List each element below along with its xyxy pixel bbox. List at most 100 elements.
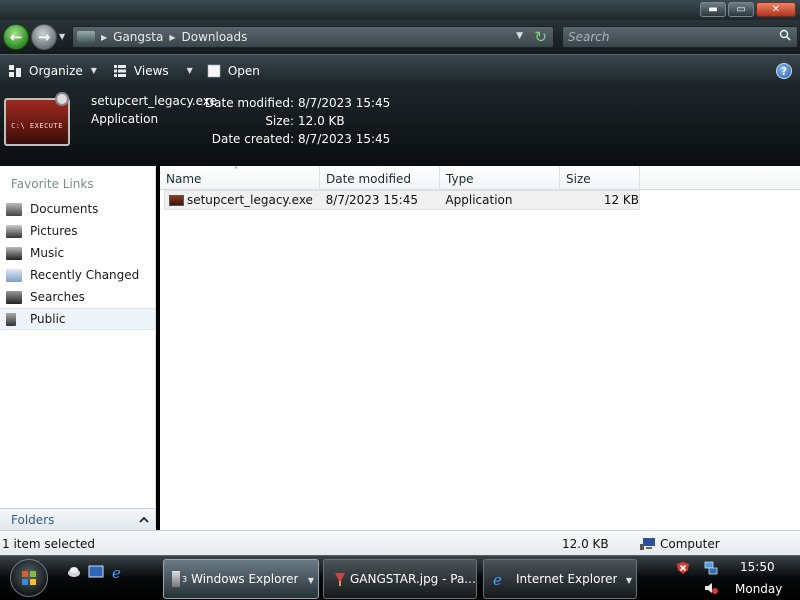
close-button[interactable]: ✕ xyxy=(756,2,796,17)
navigation-bar: ← → ▼ ▶ Gangsta ▶ Downloads ▼ ↻ xyxy=(0,20,800,54)
views-icon xyxy=(113,64,126,77)
open-button[interactable]: Open xyxy=(201,59,266,83)
details-value-size: 12.0 KB xyxy=(298,114,345,128)
windows-logo-icon xyxy=(22,571,36,585)
details-label-modified: Date modified: xyxy=(204,96,294,110)
details-file-name: setupcert_legacy.exe xyxy=(91,94,217,108)
start-button[interactable] xyxy=(10,559,48,597)
show-desktop-icon[interactable] xyxy=(88,564,104,580)
nav-item-searches[interactable]: Searches xyxy=(0,286,155,308)
minimize-button[interactable]: ▬ xyxy=(700,2,726,17)
navigation-pane: Favorite Links Documents Pictures Music … xyxy=(0,166,156,530)
column-header-label: Date modified xyxy=(326,172,412,186)
nav-item-music[interactable]: Music xyxy=(0,242,155,264)
status-bar: 1 item selected 12.0 KB Computer xyxy=(0,530,800,555)
table-row[interactable]: setupcert_legacy.exe 8/7/2023 15:45 Appl… xyxy=(164,190,640,210)
application-icon xyxy=(169,194,184,206)
row-type: Application xyxy=(445,193,513,207)
search-input[interactable] xyxy=(563,27,763,47)
status-location-label: Computer xyxy=(660,537,720,551)
chevron-down-icon: ▼ xyxy=(307,576,314,585)
column-header-name[interactable]: ˄ Name xyxy=(160,166,320,190)
volume-muted-icon[interactable] xyxy=(704,581,718,595)
nav-item-documents[interactable]: Documents xyxy=(0,198,155,220)
column-header-type[interactable]: Type xyxy=(440,166,560,190)
status-size: 12.0 KB xyxy=(562,537,609,551)
nav-item-label: Pictures xyxy=(30,224,78,238)
nav-item-label: Music xyxy=(30,246,65,260)
taskbar-item-label: Windows Explorer xyxy=(191,572,299,586)
details-values: 8/7/2023 15:45 12.0 KB 8/7/2023 15:45 xyxy=(298,94,390,148)
music-icon xyxy=(6,246,22,260)
views-label: Views xyxy=(133,63,169,78)
details-value-modified: 8/7/2023 15:45 xyxy=(298,96,391,110)
column-header-label: Type xyxy=(446,172,474,186)
status-selection: 1 item selected xyxy=(2,537,96,551)
taskbar-group-count: 3 xyxy=(182,574,188,584)
chevron-right-icon[interactable]: ▶ xyxy=(101,33,107,42)
column-header-size[interactable]: Size xyxy=(560,166,640,190)
thumbnail-caption: C:\ EXECUTE xyxy=(11,122,63,130)
computer-icon xyxy=(77,31,95,43)
views-button[interactable]: Views ▼ xyxy=(107,59,199,83)
taskbar: e 3 Windows Explorer ▼ GANGSTAR.jpg - Pa… xyxy=(0,555,800,600)
organize-button[interactable]: Organize ▼ xyxy=(2,59,103,83)
taskbar-item-windows-explorer[interactable]: 3 Windows Explorer ▼ xyxy=(163,559,319,599)
chevron-right-icon[interactable]: ▶ xyxy=(169,33,175,42)
column-header-date-modified[interactable]: Date modified xyxy=(320,166,440,190)
clock-day[interactable]: Monday xyxy=(735,582,782,596)
computer-icon xyxy=(640,538,655,550)
details-value-created: 8/7/2023 15:45 xyxy=(298,132,391,146)
breadcrumb-downloads[interactable]: Downloads xyxy=(182,30,248,44)
window-title-bar[interactable]: ▬ ▭ ✕ xyxy=(0,0,800,20)
details-label-size: Size: xyxy=(265,114,294,128)
paint-icon xyxy=(335,573,345,586)
organize-icon xyxy=(9,64,21,77)
arrow-left-icon: ← xyxy=(9,28,23,46)
nav-item-recently-changed[interactable]: Recently Changed xyxy=(0,264,155,286)
folders-label: Folders xyxy=(11,512,55,527)
recent-pages-dropdown[interactable]: ▼ xyxy=(59,32,65,41)
address-bar[interactable]: ▶ Gangsta ▶ Downloads ▼ ↻ xyxy=(72,26,554,48)
recently-changed-icon xyxy=(6,268,22,282)
internet-explorer-icon[interactable]: e xyxy=(111,564,127,580)
open-label: Open xyxy=(227,63,260,78)
nav-item-label: Recently Changed xyxy=(30,268,140,282)
search-box xyxy=(562,26,798,48)
file-list[interactable]: ˄ Name Date modified Type Size setupcert… xyxy=(160,166,800,530)
column-header-label: Name xyxy=(166,172,202,186)
maximize-button[interactable]: ▭ xyxy=(728,2,754,17)
svg-text:e: e xyxy=(493,571,502,587)
help-icon[interactable]: ? xyxy=(776,63,792,79)
nav-item-label: Public xyxy=(30,312,66,326)
refresh-icon[interactable]: ↻ xyxy=(534,28,547,46)
breadcrumb-gangsta[interactable]: Gangsta xyxy=(113,30,163,44)
open-icon xyxy=(207,64,221,77)
back-button[interactable]: ← xyxy=(3,24,29,50)
forward-button[interactable]: → xyxy=(31,24,57,50)
column-header-label: Size xyxy=(566,172,591,186)
network-icon[interactable] xyxy=(704,561,718,575)
taskbar-item-internet-explorer[interactable]: e Internet Explorer ▼ xyxy=(483,559,637,599)
folders-toggle[interactable]: Folders xyxy=(0,508,155,530)
internet-explorer-icon: e xyxy=(493,571,502,587)
chevron-down-icon: ▼ xyxy=(90,66,97,75)
taskbar-item-label: Internet Explorer xyxy=(516,572,618,586)
clock-time[interactable]: 15:50 xyxy=(740,560,775,574)
organize-label: Organize xyxy=(29,63,83,78)
details-label-created: Date created: xyxy=(211,132,294,146)
documents-icon xyxy=(6,202,22,216)
svg-text:e: e xyxy=(112,564,121,580)
details-labels: Date modified: Size: Date created: xyxy=(200,94,294,148)
search-icon[interactable] xyxy=(779,29,791,41)
public-icon xyxy=(6,312,16,326)
row-size: 12 KB xyxy=(603,193,639,207)
nav-item-label: Searches xyxy=(30,290,85,304)
nav-item-public[interactable]: Public xyxy=(0,308,155,330)
address-dropdown-icon[interactable]: ▼ xyxy=(516,31,523,41)
security-center-icon[interactable] xyxy=(676,561,690,575)
switch-windows-icon[interactable] xyxy=(66,564,82,580)
taskbar-item-paint[interactable]: GANGSTAR.jpg - Pa... xyxy=(323,559,477,599)
nav-item-pictures[interactable]: Pictures xyxy=(0,220,155,242)
column-header-row: ˄ Name Date modified Type Size xyxy=(160,166,800,190)
